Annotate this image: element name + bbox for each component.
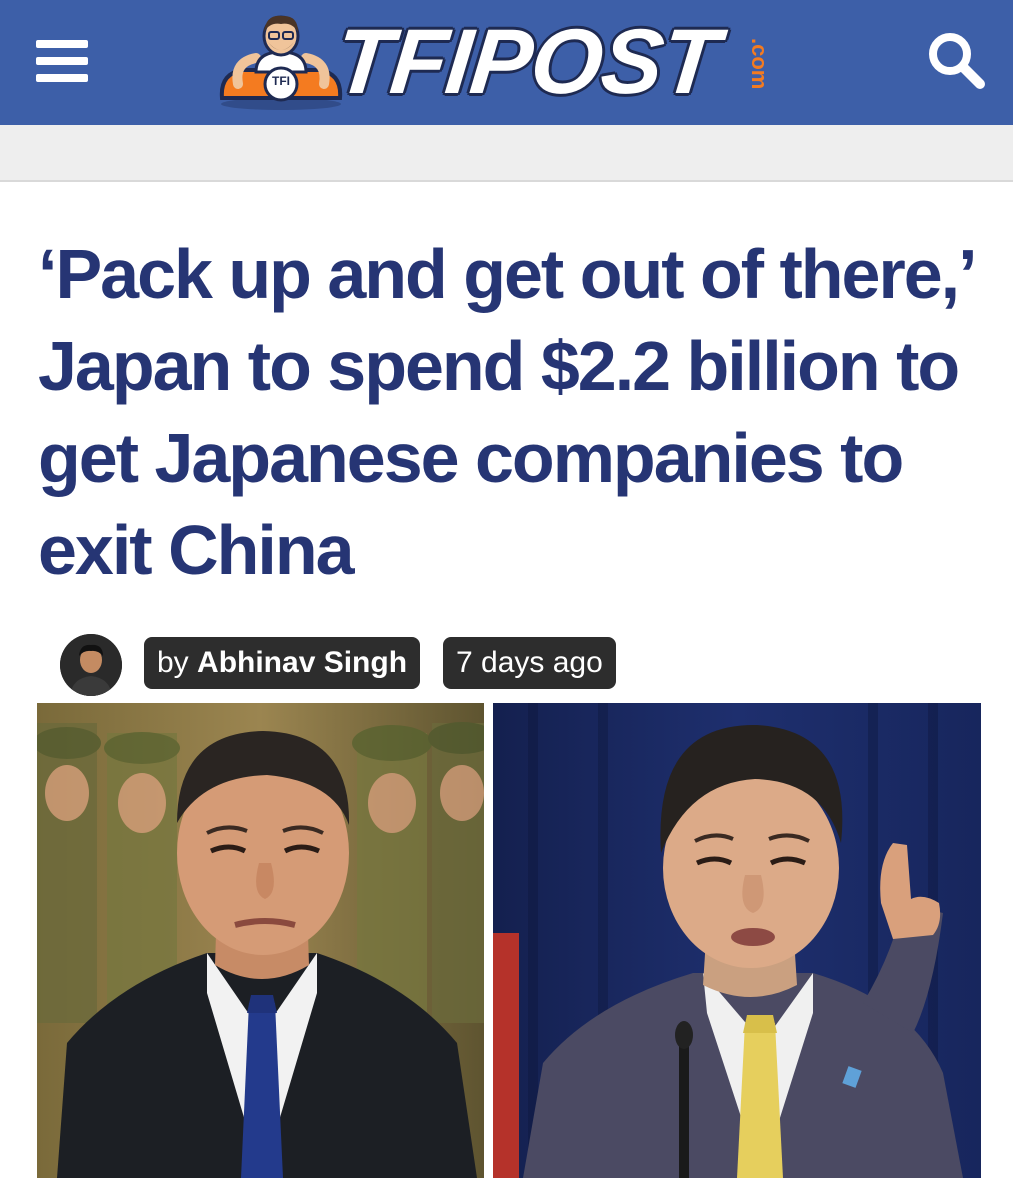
byline-prefix: by [157, 646, 189, 679]
published-time: 7 days ago [443, 637, 616, 689]
mascot-badge-text: TFI [272, 74, 290, 88]
article-title: ‘Pack up and get out of there,’ Japan to… [38, 235, 974, 589]
author-chip[interactable]: by Abhinav Singh [144, 637, 421, 689]
site-logo[interactable]: TFI TFIPOST .com [216, 11, 796, 113]
site-header: TFI TFIPOST .com [0, 0, 1013, 125]
mascot-logo-icon [219, 15, 343, 110]
author-name: Abhinav Singh [197, 646, 408, 679]
avatar-image [60, 634, 122, 696]
article-image-left [37, 703, 484, 1178]
page: TFI TFIPOST .com ‘Pack up and get out of… [0, 0, 1013, 1200]
logo-text: TFIPOST [330, 11, 723, 113]
article-image-right [493, 703, 981, 1178]
menu-button[interactable] [36, 40, 88, 82]
logo-com-text: .com [747, 38, 772, 90]
grey-strip [0, 125, 1013, 182]
search-icon [929, 33, 985, 89]
byline: by Abhinav Singh 7 days ago [60, 632, 660, 696]
search-button[interactable] [926, 30, 986, 90]
author-avatar[interactable] [60, 634, 122, 696]
